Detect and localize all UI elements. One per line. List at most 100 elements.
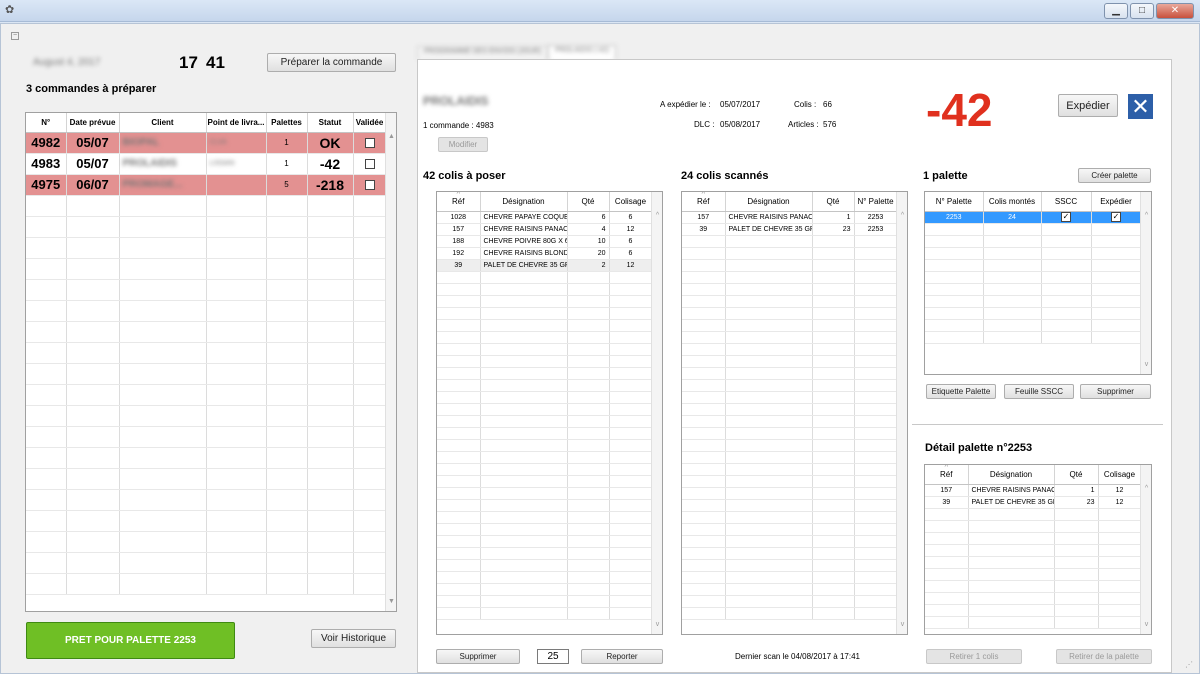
to-place-scrollbar[interactable]: ^ v <box>651 192 662 634</box>
scroll-down-icon[interactable]: v <box>1141 361 1151 372</box>
empty-cell <box>567 487 610 500</box>
pallet-row[interactable]: 2253 24 ✓ ✓ <box>925 211 1142 224</box>
item-row[interactable]: 188 CHEVRE POIVRE 80G X 6 10 6 <box>437 235 653 248</box>
col-ref[interactable]: ^ Réf <box>437 192 481 212</box>
ship-date-label: A expédier le : <box>660 100 711 109</box>
empty-row <box>682 391 898 404</box>
empty-cell <box>567 499 610 512</box>
pallets-scrollbar[interactable]: ^ v <box>1140 192 1151 374</box>
orders-scrollbar[interactable]: ▲ ▼ <box>385 113 396 611</box>
empty-row <box>437 547 653 560</box>
item-row[interactable]: 192 CHEVRE RAISINS BLOND... 20 6 <box>437 247 653 260</box>
item-row[interactable]: 1028 CHEVRE PAPAYE COQUE 6 6 <box>437 211 653 224</box>
empty-cell <box>480 559 568 572</box>
empty-cell <box>682 247 726 260</box>
col-num[interactable]: N° <box>26 113 67 133</box>
col-validated[interactable]: Validée <box>353 113 387 133</box>
empty-cell <box>1098 544 1142 557</box>
scanned-scrollbar[interactable]: ^ v <box>896 192 907 634</box>
delete-to-place-button[interactable]: Supprimer <box>436 649 520 664</box>
col-sscc[interactable]: SSCC <box>1041 192 1092 212</box>
empty-cell <box>480 367 568 380</box>
empty-cell <box>1054 580 1099 593</box>
item-packing: 6 <box>609 211 653 224</box>
col-date[interactable]: Date prévue <box>66 113 120 133</box>
pallet-label-button[interactable]: Etiquette Palette <box>926 384 996 399</box>
col-pallets[interactable]: Palettes <box>266 113 308 133</box>
col-designation[interactable]: Désignation <box>480 192 568 212</box>
empty-cell <box>206 342 267 364</box>
item-row[interactable]: 39PALET DE CHEVRE 35 GR...2312 <box>925 496 1142 509</box>
item-row[interactable]: 157 CHEVRE RAISINS PANAC... 1 2253 <box>682 211 898 224</box>
col-pallet-number[interactable]: N° Palette <box>925 192 984 212</box>
item-row[interactable]: 157 CHEVRE RAISINS PANAC... 1 12 <box>925 484 1142 497</box>
scroll-up-icon[interactable]: ^ <box>1141 212 1151 223</box>
maximize-button[interactable]: □ <box>1130 3 1154 19</box>
scroll-down-icon[interactable]: v <box>897 621 907 632</box>
pallet-sscc-checkbox[interactable]: ✓ <box>1061 212 1071 222</box>
empty-cell <box>353 531 387 553</box>
prepare-order-button[interactable]: Préparer la commande <box>267 53 396 72</box>
col-designation[interactable]: Désignation <box>968 465 1055 485</box>
col-ref[interactable]: ^ Réf <box>682 192 726 212</box>
col-ship[interactable]: Expédier <box>1091 192 1142 212</box>
empty-cell <box>682 487 726 500</box>
col-designation[interactable]: Désignation <box>725 192 813 212</box>
scroll-up-icon[interactable]: ^ <box>1141 485 1151 496</box>
sscc-sheet-button[interactable]: Feuille SSCC <box>1004 384 1074 399</box>
remove-from-pallet-button[interactable]: Retirer de la palette <box>1056 649 1152 664</box>
col-client[interactable]: Client <box>119 113 207 133</box>
order-row[interactable]: 4975 06/07 PROMAGE... 5 -218 <box>26 174 387 196</box>
view-history-button[interactable]: Voir Historique <box>311 629 396 648</box>
empty-cell <box>119 237 207 259</box>
col-packages-mounted[interactable]: Colis montés <box>983 192 1042 212</box>
ready-for-pallet-button[interactable]: PRET POUR PALETTE 2253 <box>26 622 235 659</box>
modify-button[interactable]: Modifier <box>438 137 488 152</box>
empty-cell <box>26 321 67 343</box>
col-qty[interactable]: Qté <box>1054 465 1099 485</box>
pallet-detail-scrollbar[interactable]: ^ v <box>1140 465 1151 634</box>
resize-grip-icon[interactable]: ⋰ <box>1185 660 1193 669</box>
close-icon[interactable]: ✕ <box>1128 94 1153 119</box>
col-status[interactable]: Statut <box>307 113 354 133</box>
validated-checkbox[interactable] <box>364 158 375 169</box>
item-ref: 157 <box>437 223 481 236</box>
empty-cell <box>682 415 726 428</box>
validated-checkbox[interactable] <box>364 179 375 190</box>
item-row[interactable]: 39 PALET DE CHEVRE 35 GR... 2 12 <box>437 259 653 272</box>
col-pallet-number[interactable]: N° Palette <box>854 192 898 212</box>
report-button[interactable]: Reporter <box>581 649 663 664</box>
order-row[interactable]: 4983 05/07 PROLAIDIS LISSAN 1 -42 <box>26 153 387 175</box>
order-row[interactable]: 4982 05/07 BIOPAL CLVA 1 OK <box>26 132 387 154</box>
delete-pallet-button[interactable]: Supprimer <box>1080 384 1151 399</box>
scroll-down-icon[interactable]: v <box>1141 621 1151 632</box>
item-row[interactable]: 157 CHEVRE RAISINS PANAC... 4 12 <box>437 223 653 236</box>
empty-row <box>925 259 1142 272</box>
create-pallet-button[interactable]: Créer palette <box>1078 168 1151 183</box>
col-ref[interactable]: ^ Réf <box>925 465 969 485</box>
scroll-up-icon[interactable]: ^ <box>897 212 907 223</box>
item-row[interactable]: 39 PALET DE CHEVRE 35 GR... 23 2253 <box>682 223 898 236</box>
scroll-up-icon[interactable]: ^ <box>652 212 662 223</box>
minimize-button[interactable]: ▁ <box>1104 3 1128 19</box>
empty-cell <box>812 367 855 380</box>
tab-programme[interactable]: PROGRAMME DES ENVOIS (JOUR) <box>417 46 549 60</box>
ship-button[interactable]: Expédier <box>1058 94 1118 117</box>
tab-order[interactable]: PROLAIDIS (-42) <box>548 45 617 60</box>
validated-checkbox[interactable] <box>364 137 375 148</box>
col-packing[interactable]: Colisage <box>609 192 653 212</box>
col-delivery-point[interactable]: Point de livra... <box>206 113 267 133</box>
empty-cell <box>437 331 481 344</box>
col-qty[interactable]: Qté <box>567 192 610 212</box>
scroll-down-icon[interactable]: v <box>652 621 662 632</box>
scroll-down-icon[interactable]: ▼ <box>386 598 396 609</box>
close-window-button[interactable]: ✕ <box>1156 3 1194 19</box>
collapse-icon[interactable]: − <box>11 32 19 40</box>
empty-cell <box>682 475 726 488</box>
remove-one-package-button[interactable]: Retirer 1 colis <box>926 649 1022 664</box>
col-qty[interactable]: Qté <box>812 192 855 212</box>
col-packing[interactable]: Colisage <box>1098 465 1142 485</box>
pallet-ship-checkbox[interactable]: ✓ <box>1111 212 1121 222</box>
scroll-up-icon[interactable]: ▲ <box>386 133 396 144</box>
quantity-input[interactable] <box>537 649 569 664</box>
